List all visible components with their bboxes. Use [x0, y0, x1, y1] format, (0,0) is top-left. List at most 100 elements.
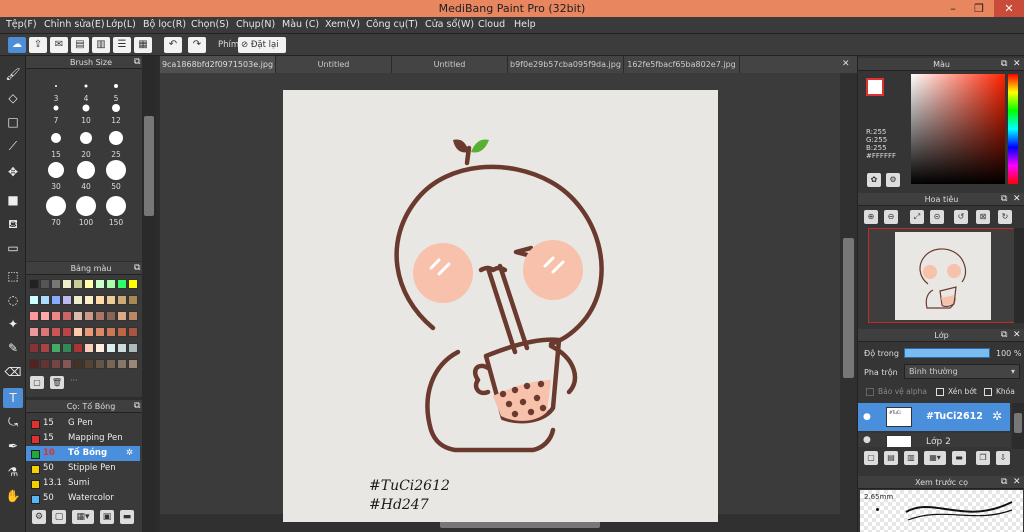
palette-swatch[interactable] [117, 327, 127, 337]
zoom-in-icon[interactable]: ⊕ [864, 210, 878, 224]
popout-icon[interactable]: ⧉ [1001, 329, 1007, 342]
brush-size-dot[interactable] [82, 104, 90, 112]
canvas-paper[interactable]: #TuCi2612 #Hd247 [283, 90, 718, 522]
new-layer-1bit-icon[interactable]: ▥ [904, 451, 918, 465]
zoom-actual-icon[interactable]: ⊝ [930, 210, 944, 224]
palette-swatch[interactable] [40, 327, 50, 337]
text-tool-icon[interactable]: T [3, 388, 23, 408]
brush-size-option[interactable]: 7 [41, 116, 71, 125]
close-button[interactable]: ✕ [994, 0, 1024, 17]
palette-swatch[interactable] [106, 343, 116, 353]
add-layer-menu-icon[interactable]: ▦▾ [924, 451, 946, 465]
line-tool-icon[interactable]: ⟋ [3, 136, 23, 156]
eye-icon[interactable]: ● [863, 412, 871, 422]
rotate-left-icon[interactable]: ↺ [954, 210, 968, 224]
palette-swatch[interactable] [117, 343, 127, 353]
palette-swatch[interactable] [117, 295, 127, 305]
merge-layer-icon[interactable]: ⇩ [996, 451, 1010, 465]
palette-swatch[interactable] [128, 279, 138, 289]
clip-checkbox[interactable] [936, 388, 944, 396]
brush-size-option[interactable]: 12 [101, 116, 131, 125]
menu-view[interactable]: Xem(V) [325, 19, 360, 30]
palette-swatch[interactable] [84, 343, 94, 353]
palette-swatch[interactable] [84, 279, 94, 289]
palette-swatch[interactable] [95, 311, 105, 321]
menu-capture[interactable]: Chụp(N) [236, 19, 275, 30]
palette-swatch[interactable] [73, 343, 83, 353]
menu-color[interactable]: Màu (C) [282, 19, 319, 30]
brush-item[interactable]: 15 G Pen [26, 416, 140, 431]
palette-swatch[interactable] [62, 295, 72, 305]
select-pen-icon[interactable]: ✎ [3, 338, 23, 358]
brush-size-option[interactable]: 100 [71, 218, 101, 227]
palette-swatch[interactable] [40, 279, 50, 289]
palette-swatch[interactable] [117, 359, 127, 369]
primary-color-swatch[interactable] [866, 78, 884, 96]
brush-size-dot[interactable] [77, 161, 95, 179]
brush-size-option[interactable]: 10 [71, 116, 101, 125]
layers-scrollbar[interactable] [1012, 403, 1024, 449]
palette-swatch[interactable] [51, 311, 61, 321]
palette-swatch[interactable] [106, 279, 116, 289]
alpha-checkbox[interactable] [866, 388, 874, 396]
popout-icon[interactable]: ⧉ [134, 400, 140, 413]
brush-size-dot[interactable] [112, 104, 120, 112]
palette-swatch[interactable] [95, 343, 105, 353]
palette-swatch[interactable] [73, 311, 83, 321]
magic-wand-icon[interactable]: ✦ [3, 314, 23, 334]
new-layer-icon[interactable]: ▢ [864, 451, 878, 465]
eyedropper-icon[interactable]: ⚗ [3, 462, 23, 482]
palette-swatch[interactable] [106, 359, 116, 369]
brush-size-option[interactable]: 150 [101, 218, 131, 227]
duplicate-layer-icon[interactable]: ❐ [976, 451, 990, 465]
chat-icon[interactable]: ▤ [71, 37, 89, 53]
gradient-tool-icon[interactable]: ▭ [3, 238, 23, 258]
palette-swatch[interactable] [128, 359, 138, 369]
brush-size-dot[interactable] [53, 105, 59, 111]
share-icon[interactable]: ⇪ [29, 37, 47, 53]
cloud-icon[interactable]: ☁ [8, 37, 26, 53]
eye-icon[interactable]: ● [863, 435, 871, 445]
palette-swatch[interactable] [117, 279, 127, 289]
more-icon[interactable]: ··· [70, 376, 78, 385]
new-brush-icon[interactable]: ▢ [52, 510, 66, 524]
menu-edit[interactable]: Chỉnh sửa(E) [44, 19, 105, 30]
lasso-icon[interactable]: ◌ [3, 290, 23, 310]
palette-swatch[interactable] [84, 327, 94, 337]
palette-swatch[interactable] [95, 327, 105, 337]
rectangle-tool-icon[interactable]: □ [3, 112, 23, 132]
color-saturation-field[interactable] [911, 74, 1005, 184]
tab-doc-3[interactable]: Untitled [392, 56, 508, 73]
navigator-preview[interactable] [868, 228, 1016, 323]
tab-doc-5[interactable]: 162fe5fbacf65ba802e7.jpg [624, 56, 740, 73]
brush-size-dot[interactable] [55, 85, 57, 87]
list-icon[interactable]: ☰ [113, 37, 131, 53]
brush-size-dot[interactable] [114, 84, 118, 88]
left-dock-scroll-thumb[interactable] [144, 116, 154, 216]
brush-tool-icon[interactable]: 🖌 [3, 64, 23, 84]
undo-icon[interactable]: ↶ [164, 37, 182, 53]
eraser-tool-icon[interactable]: ◇ [3, 88, 23, 108]
palette-swatch[interactable] [29, 295, 39, 305]
brush-settings-icon[interactable]: ✲ [126, 446, 133, 461]
palette-swatch[interactable] [29, 311, 39, 321]
palette-swatch[interactable] [62, 359, 72, 369]
fit-screen-icon[interactable]: ⤢ [910, 210, 924, 224]
palette-swatch[interactable] [128, 327, 138, 337]
palette-swatch[interactable] [62, 327, 72, 337]
palette-swatch[interactable] [62, 311, 72, 321]
palette-swatch[interactable] [106, 311, 116, 321]
brush-size-option[interactable]: 15 [41, 150, 71, 159]
fill-rect-tool-icon[interactable]: ■ [3, 190, 23, 210]
popout-icon[interactable]: ⧉ [1001, 58, 1007, 71]
canvas-vscrollbar[interactable] [840, 73, 857, 532]
new-layer-8bit-icon[interactable]: ▤ [884, 451, 898, 465]
brush-size-dot[interactable] [76, 196, 96, 216]
select-rect-icon[interactable]: ⬚ [3, 266, 23, 286]
navigator-scrollbar[interactable] [1014, 228, 1024, 323]
menu-filter[interactable]: Bộ lọc(R) [143, 19, 186, 30]
bucket-tool-icon[interactable]: ⛾ [3, 214, 23, 234]
brush-item[interactable]: 15 Mapping Pen [26, 431, 140, 446]
brush-size-option[interactable]: 25 [101, 150, 131, 159]
palette-swatch[interactable] [51, 295, 61, 305]
